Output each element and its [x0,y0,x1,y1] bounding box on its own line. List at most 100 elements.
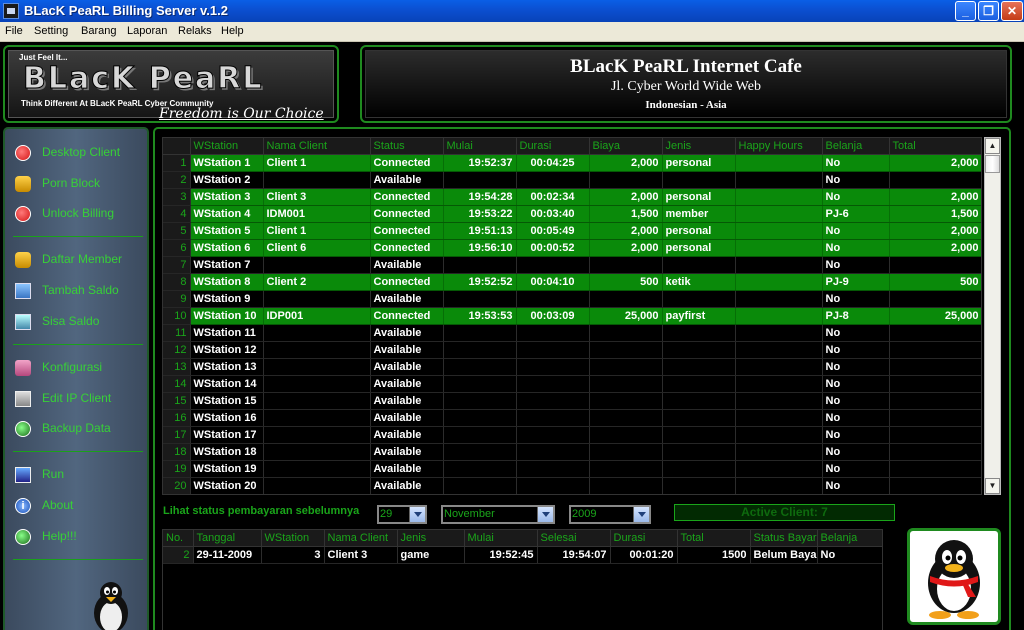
menu-file[interactable]: File [5,25,23,37]
grid-scrollbar[interactable]: ▲ ▼ [984,137,1001,495]
payment-column-header[interactable]: Total [677,530,751,547]
menu-barang[interactable]: Barang [81,25,116,37]
logo: Just Feel It... BLacK PeaRL Think Differ… [8,50,334,122]
table-row[interactable]: 10 WStation 10 IDP001 Connected 19:53:53 00:0… [163,307,981,325]
porn-block-icon [15,176,31,192]
avatar [907,528,1001,625]
column-header-wstation[interactable]: WStation [190,138,264,155]
sidebar-item-desktop-client[interactable]: Desktop Client [15,143,145,163]
table-cell: WStation 7 [190,256,264,274]
column-header-nama-client[interactable]: Nama Client [263,138,371,155]
sidebar-item-about[interactable]: i About [15,496,145,516]
menu-relaks[interactable]: Relaks [178,25,212,37]
row-index: 3 [163,188,191,206]
column-header-belanja[interactable]: Belanja [822,138,890,155]
payment-column-header[interactable]: Selesai [537,530,611,547]
table-cell: WStation 13 [190,358,264,376]
sidebar-item-tambah-saldo[interactable]: Tambah Saldo [15,281,145,301]
maximize-button[interactable]: ❐ [978,1,999,21]
menu-setting[interactable]: Setting [34,25,68,37]
table-cell [889,392,981,410]
column-header-biaya[interactable]: Biaya [589,138,663,155]
column-header-status[interactable]: Status [370,138,444,155]
sidebar-item-help[interactable]: Help!!! [15,527,145,547]
menu-help[interactable]: Help [221,25,244,37]
table-cell [735,477,823,494]
table-cell: 3 [261,546,325,564]
table-row[interactable]: 6 WStation 6 Client 6 Connected 19:56:10 00:0… [163,239,981,257]
year-select[interactable]: 2009 [569,505,651,524]
table-cell: Available [370,426,444,444]
table-row[interactable]: 14 WStation 14 Available No [163,375,981,393]
table-cell [589,256,663,274]
payment-grid[interactable]: No. Tanggal WStation Nama Client Jenis M… [162,529,883,630]
sidebar-item-run[interactable]: Run [15,465,145,485]
table-row[interactable]: 12 WStation 12 Available No [163,341,981,359]
table-row[interactable]: 15 WStation 15 Available No [163,392,981,410]
table-cell [735,256,823,274]
payment-column-header[interactable]: Mulai [464,530,538,547]
table-row[interactable]: 11 WStation 11 Available No [163,324,981,342]
table-cell: No [822,324,890,342]
payment-column-header[interactable]: WStation [261,530,325,547]
close-button[interactable]: ✕ [1001,1,1023,21]
payment-column-header[interactable]: Tanggal [193,530,262,547]
app-icon [3,3,19,19]
table-row[interactable]: 9 WStation 9 Available No [163,290,981,308]
chevron-down-icon[interactable] [633,507,649,522]
table-row[interactable]: 7 WStation 7 Available No [163,256,981,274]
day-select[interactable]: 29 [377,505,427,524]
table-row[interactable]: 19 WStation 19 Available No [163,460,981,478]
payment-column-header[interactable]: Nama Client [324,530,398,547]
menu-laporan[interactable]: Laporan [127,25,167,37]
chevron-down-icon[interactable] [537,507,553,522]
table-row[interactable]: 2 WStation 2 Available No [163,171,981,189]
help-icon [15,529,31,545]
table-row[interactable]: 20 WStation 20 Available No [163,477,981,494]
payment-column-header[interactable]: Jenis [397,530,465,547]
workstation-grid[interactable]: WStation Nama Client Status Mulai Durasi… [162,137,982,495]
column-header-jenis[interactable]: Jenis [662,138,736,155]
column-header-total[interactable]: Total [889,138,981,155]
chevron-down-icon[interactable] [409,507,425,522]
table-row[interactable]: 5 WStation 5 Client 1 Connected 19:51:13 00:0… [163,222,981,240]
table-row[interactable]: 3 WStation 3 Client 3 Connected 19:54:28 00:0… [163,188,981,206]
table-row[interactable]: 16 WStation 16 Available No [163,409,981,427]
table-cell [263,290,371,308]
scroll-up-button[interactable]: ▲ [985,138,1000,154]
table-cell: member [662,205,736,223]
sidebar-item-sisa-saldo[interactable]: Sisa Saldo [15,312,145,332]
payment-column-header[interactable]: Status Bayar [750,530,818,547]
table-cell: WStation 17 [190,426,264,444]
table-row[interactable]: 4 WStation 4 IDM001 Connected 19:53:22 00:03:… [163,205,981,223]
table-row[interactable]: 2 29-11-2009 3 Client 3 game 19:52:45 19:54:07… [163,546,882,564]
scroll-down-button[interactable]: ▼ [985,478,1000,494]
payment-column-header[interactable]: Durasi [610,530,678,547]
table-row[interactable]: 13 WStation 13 Available No [163,358,981,376]
table-row[interactable]: 8 WStation 8 Client 2 Connected 19:52:52 00:0… [163,273,981,291]
sidebar-item-porn-block[interactable]: Porn Block [15,174,145,194]
sidebar-item-konfigurasi[interactable]: Konfigurasi [15,358,145,378]
table-row[interactable]: 1 WStation 1 Client 1 Connected 19:52:37 00:0… [163,154,981,172]
table-cell [516,171,590,189]
sidebar-item-backup-data[interactable]: Backup Data [15,419,145,439]
table-cell [443,426,517,444]
column-header-durasi[interactable]: Durasi [516,138,590,155]
scroll-thumb[interactable] [985,155,1000,173]
column-header-mulai[interactable]: Mulai [443,138,517,155]
title-bar[interactable]: BLacK PeaRL Billing Server v.1.2 _ ❐ ✕ [0,0,1024,22]
sidebar-item-edit-ip-client[interactable]: Edit IP Client [15,389,145,409]
payment-column-header[interactable]: Belanja [817,530,882,547]
sidebar-item-daftar-member[interactable]: Daftar Member [15,250,145,270]
sidebar-divider [13,344,143,345]
table-cell: Available [370,358,444,376]
table-cell [735,273,823,291]
sidebar-divider [13,451,143,452]
month-select[interactable]: November [441,505,555,524]
column-header-happy-hours[interactable]: Happy Hours [735,138,823,155]
table-row[interactable]: 18 WStation 18 Available No [163,443,981,461]
sidebar-item-unlock-billing[interactable]: Unlock Billing [15,204,145,224]
table-row[interactable]: 17 WStation 17 Available No [163,426,981,444]
minimize-button[interactable]: _ [955,1,976,21]
payment-column-header[interactable]: No. [163,530,194,547]
